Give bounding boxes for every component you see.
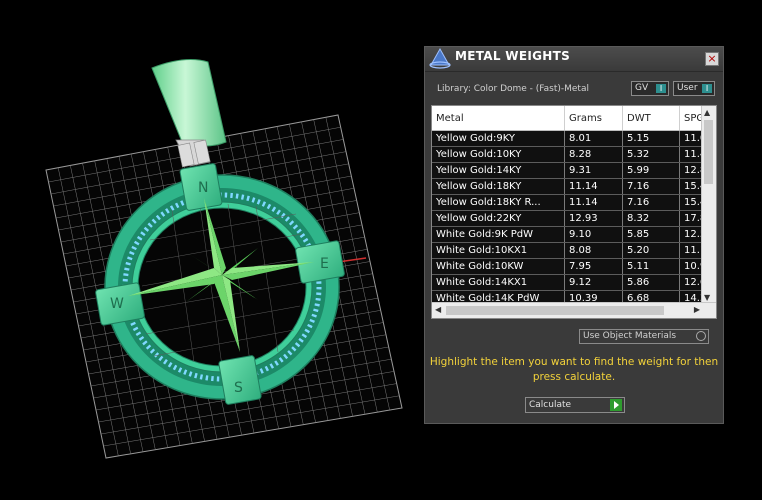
table-row[interactable]: Yellow Gold:9KY 8.01 5.15 11.08: [432, 130, 716, 147]
cell-dwt: 5.11: [622, 258, 680, 275]
table-row[interactable]: White Gold:14KX1 9.12 5.86 12.61: [432, 274, 716, 291]
cell-grams: 11.14: [564, 194, 623, 211]
user-indicator-icon: I: [702, 84, 712, 93]
compass-tab-w: W: [95, 282, 145, 326]
cell-dwt: 5.20: [622, 242, 680, 259]
close-icon: ×: [707, 52, 717, 65]
cell-grams: 8.28: [564, 146, 623, 163]
compass-letter-n: N: [198, 180, 208, 196]
table-row[interactable]: White Gold:9K PdW 9.10 5.85 12.59: [432, 226, 716, 243]
gv-toggle[interactable]: GV I: [631, 81, 669, 96]
calculate-label: Calculate: [529, 400, 572, 410]
cell-metal: Yellow Gold:14KY: [432, 162, 565, 179]
table-row[interactable]: Yellow Gold:18KY 11.14 7.16 15.41: [432, 178, 716, 195]
cell-metal: White Gold:9K PdW: [432, 226, 565, 243]
metal-weights-panel: METAL WEIGHTS × Library: Color Dome - (F…: [424, 46, 724, 424]
table-row[interactable]: Yellow Gold:14KY 9.31 5.99 12.88: [432, 162, 716, 179]
instruction-text: Highlight the item you want to find the …: [429, 356, 719, 383]
cell-metal: Yellow Gold:18KY R...: [432, 194, 565, 211]
cell-dwt: 5.85: [622, 226, 680, 243]
cell-dwt: 5.32: [622, 146, 680, 163]
calculate-button[interactable]: Calculate: [525, 397, 625, 413]
user-toggle[interactable]: User I: [673, 81, 715, 96]
horizontal-scrollbar[interactable]: ◀ ▶: [432, 302, 716, 318]
table-row[interactable]: White Gold:10KX1 8.08 5.20 11.18: [432, 242, 716, 259]
cell-dwt: 5.99: [622, 162, 680, 179]
compass-letter-e: E: [320, 256, 329, 272]
compass-tab-e: E: [295, 240, 345, 284]
cell-grams: 7.95: [564, 258, 623, 275]
horizontal-scroll-thumb[interactable]: [446, 306, 664, 315]
cell-grams: 8.08: [564, 242, 623, 259]
column-header-metal[interactable]: Metal: [432, 106, 565, 131]
scroll-up-icon[interactable]: ▲: [704, 108, 710, 117]
play-arrow-icon: [610, 399, 622, 411]
cell-metal: White Gold:10KX1: [432, 242, 565, 259]
user-toggle-label: User: [677, 83, 698, 93]
compass-tab-s: S: [218, 355, 262, 405]
gv-indicator-icon: I: [656, 84, 666, 93]
cell-grams: 9.31: [564, 162, 623, 179]
scroll-left-icon[interactable]: ◀: [435, 305, 441, 314]
cell-dwt: 5.15: [622, 130, 680, 147]
scroll-right-icon[interactable]: ▶: [694, 305, 700, 314]
use-object-materials-button[interactable]: Use Object Materials: [579, 329, 709, 344]
gv-toggle-label: GV: [635, 83, 649, 93]
cell-metal: Yellow Gold:22KY: [432, 210, 565, 227]
library-label: Library: Color Dome - (Fast)-Metal: [437, 84, 589, 94]
cell-grams: 9.10: [564, 226, 623, 243]
app-logo-icon: [429, 47, 451, 69]
cell-dwt: 7.16: [622, 194, 680, 211]
table-header-row: Metal Grams DWT SPG: [432, 106, 716, 131]
cell-dwt: 8.32: [622, 210, 680, 227]
cell-grams: 9.12: [564, 274, 623, 291]
cell-grams: 11.14: [564, 178, 623, 195]
cell-dwt: 7.16: [622, 178, 680, 195]
table-row[interactable]: Yellow Gold:10KY 8.28 5.32 11.45: [432, 146, 716, 163]
cell-metal: White Gold:14KX1: [432, 274, 565, 291]
compass-tab-n: N: [179, 163, 223, 211]
vertical-scroll-thumb[interactable]: [704, 120, 713, 184]
table-row[interactable]: White Gold:10KW 7.95 5.11 10.99: [432, 258, 716, 275]
cell-metal: Yellow Gold:18KY: [432, 178, 565, 195]
column-header-dwt[interactable]: DWT: [622, 106, 680, 131]
column-header-grams[interactable]: Grams: [564, 106, 623, 131]
cell-dwt: 5.86: [622, 274, 680, 291]
compass-letter-s: S: [234, 380, 243, 396]
panel-titlebar[interactable]: METAL WEIGHTS ×: [425, 47, 723, 72]
cell-grams: 8.01: [564, 130, 623, 147]
close-button[interactable]: ×: [705, 52, 719, 66]
cell-metal: Yellow Gold:10KY: [432, 146, 565, 163]
compass-letter-w: W: [110, 296, 124, 312]
metal-table[interactable]: Metal Grams DWT SPG Yellow Gold:9KY 8.01 5…: [431, 105, 717, 319]
cell-metal: Yellow Gold:9KY: [432, 130, 565, 147]
cell-metal: White Gold:10KW: [432, 258, 565, 275]
panel-title: METAL WEIGHTS: [455, 49, 571, 63]
vertical-scrollbar[interactable]: ▲ ▼: [701, 106, 716, 304]
use-object-materials-label: Use Object Materials: [583, 331, 677, 341]
cell-grams: 12.93: [564, 210, 623, 227]
radio-knob-icon: [696, 331, 706, 341]
scroll-down-icon[interactable]: ▼: [704, 293, 710, 302]
table-row[interactable]: Yellow Gold:18KY R... 11.14 7.16 15.41: [432, 194, 716, 211]
table-row[interactable]: Yellow Gold:22KY 12.93 8.32 17.88: [432, 210, 716, 227]
